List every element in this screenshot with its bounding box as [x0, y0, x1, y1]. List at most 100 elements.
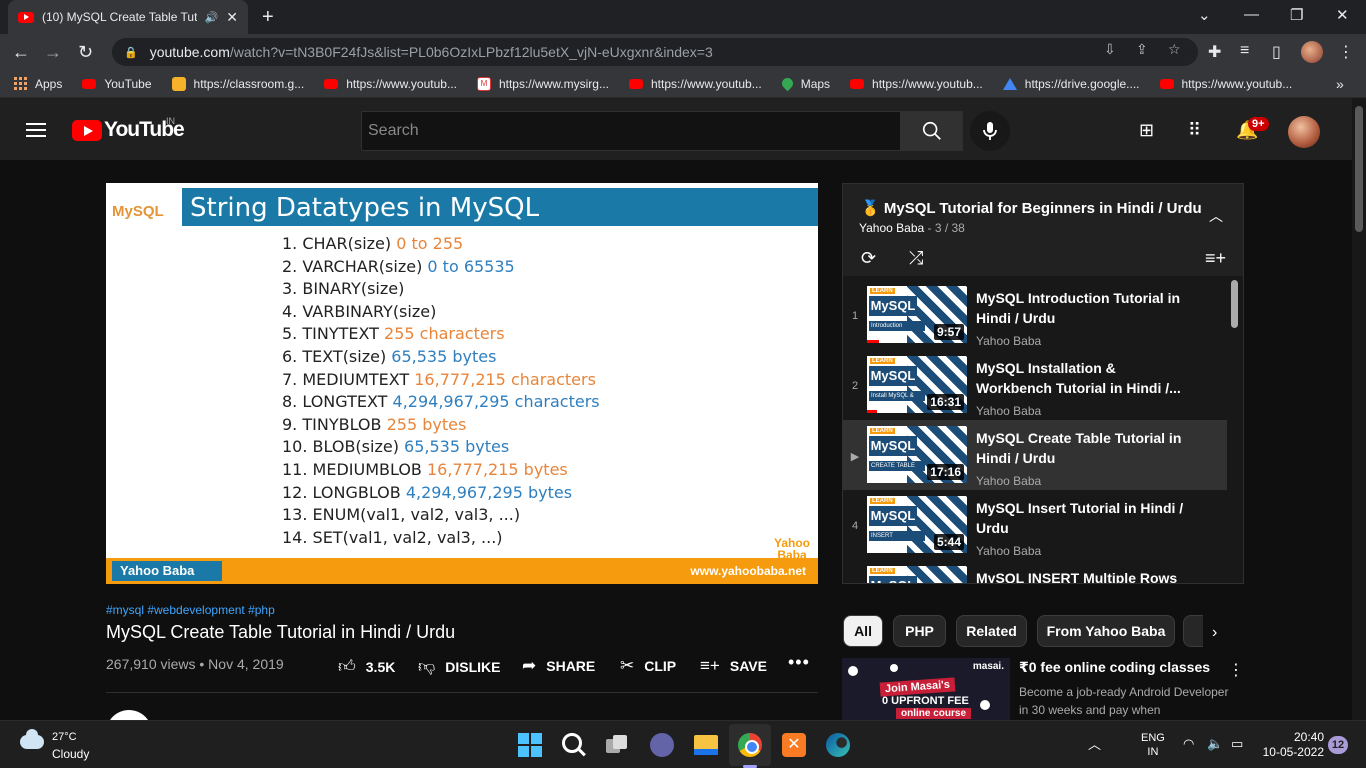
- ad-title[interactable]: ₹0 fee online coding classes: [1019, 659, 1210, 676]
- video-hashtags[interactable]: #mysql #webdevelopment #php: [106, 603, 275, 617]
- chip-partial[interactable]: [1183, 615, 1203, 647]
- bookmark-youtube-4[interactable]: https://www.youtub...: [850, 77, 983, 91]
- voice-search-button[interactable]: [970, 111, 1010, 151]
- menu-icon[interactable]: [26, 123, 46, 137]
- bookmark-classroom[interactable]: https://classroom.g...: [171, 76, 304, 91]
- chip-php[interactable]: PHP: [893, 615, 946, 647]
- like-button[interactable]: 👍︎ 3.5K: [338, 656, 395, 677]
- playlist-item-channel[interactable]: Yahoo Baba: [976, 404, 1041, 418]
- playlist-item-thumbnail[interactable]: LEARN MySQL: [867, 566, 967, 583]
- bookmark-apps[interactable]: Apps: [14, 77, 62, 91]
- chip-all[interactable]: All: [843, 615, 883, 647]
- playlist-item-channel[interactable]: Yahoo Baba: [976, 334, 1041, 348]
- chevron-right-icon[interactable]: ›: [1212, 624, 1217, 642]
- dislike-button[interactable]: 👎︎ DISLIKE: [418, 656, 501, 677]
- playlist-item-thumbnail[interactable]: LEARN MySQL INSERT 5:44: [867, 496, 967, 553]
- bookmark-mysirg[interactable]: M https://www.mysirg...: [476, 76, 609, 91]
- media-queue-icon[interactable]: ≡: [1240, 42, 1249, 60]
- chrome-profile-avatar[interactable]: [1301, 41, 1323, 63]
- clip-button[interactable]: ✂ CLIP: [620, 656, 676, 676]
- scrollbar-thumb[interactable]: [1355, 106, 1363, 232]
- bookmark-youtube-3[interactable]: https://www.youtub...: [628, 77, 762, 91]
- notification-count-badge[interactable]: 12: [1328, 736, 1348, 754]
- task-view-icon[interactable]: [606, 733, 630, 757]
- ad-menu-icon[interactable]: ⋮: [1228, 660, 1244, 680]
- playlist-item-title[interactable]: MySQL Introduction Tutorial in Hindi / U…: [976, 288, 1186, 328]
- volume-icon[interactable]: 🔈: [1207, 736, 1223, 752]
- install-icon[interactable]: ⇩: [1104, 41, 1116, 58]
- speaker-icon[interactable]: 🔊: [205, 11, 219, 24]
- chrome-menu-icon[interactable]: ⋮: [1338, 42, 1354, 62]
- back-button[interactable]: ←: [12, 42, 30, 63]
- weather-cloud-icon[interactable]: [20, 729, 44, 749]
- playlist-item-title[interactable]: MySQL Insert Tutorial in Hindi / Urdu: [976, 498, 1186, 538]
- tray-overflow-chevron-icon[interactable]: ︿: [1088, 734, 1101, 753]
- chrome-icon[interactable]: [738, 733, 762, 757]
- playlist-item-thumbnail[interactable]: LEARN MySQL CREATE TABLE 17:16: [867, 426, 967, 483]
- bookmarks-overflow-icon[interactable]: »: [1336, 76, 1344, 92]
- collapse-chevron-icon[interactable]: ︿: [1209, 206, 1223, 226]
- teams-chat-icon[interactable]: [650, 733, 674, 757]
- playlist-item[interactable]: ▶ LEARN MySQL CREATE TABLE 17:16 MySQL Create…: [843, 420, 1227, 490]
- wifi-icon[interactable]: ◠: [1183, 736, 1194, 752]
- file-explorer-icon[interactable]: [694, 735, 718, 755]
- windows-start-icon[interactable]: [518, 733, 542, 757]
- bookmark-maps[interactable]: Maps: [779, 75, 830, 92]
- tab-search-icon[interactable]: ⌄: [1198, 6, 1211, 24]
- reload-button[interactable]: ↻: [78, 42, 93, 63]
- playlist-item-thumbnail[interactable]: LEARN MySQL Install MySQL & 16:31: [867, 356, 967, 413]
- battery-icon[interactable]: ▭: [1231, 736, 1243, 752]
- side-panel-icon[interactable]: ▯: [1272, 42, 1281, 62]
- input-language[interactable]: ENG IN: [1141, 731, 1165, 759]
- apps-icon[interactable]: ⠿: [1188, 120, 1201, 141]
- playlist-item-title[interactable]: MySQL Create Table Tutorial in Hindi / U…: [976, 428, 1186, 468]
- account-avatar[interactable]: [1288, 116, 1320, 148]
- playlist-scrollbar[interactable]: [1231, 280, 1238, 328]
- chip-related[interactable]: Related: [956, 615, 1027, 647]
- playlist-item-channel[interactable]: Yahoo Baba: [976, 544, 1041, 558]
- loop-icon[interactable]: ⟳: [861, 248, 876, 269]
- new-tab-button[interactable]: +: [262, 6, 274, 29]
- more-actions-icon[interactable]: •••: [788, 652, 810, 673]
- playlist-title[interactable]: 🥇 MySQL Tutorial for Beginners in Hindi …: [861, 199, 1202, 217]
- playlist-item-channel[interactable]: Yahoo Baba: [976, 474, 1041, 488]
- video-player[interactable]: MySQL String Datatypes in MySQL 1. CHAR(…: [106, 183, 818, 584]
- restore-button[interactable]: ❐: [1290, 6, 1303, 24]
- search-button[interactable]: [900, 111, 963, 151]
- create-video-icon[interactable]: ⊞: [1139, 120, 1154, 141]
- playlist-save-icon[interactable]: ≡+: [1205, 248, 1226, 269]
- page-scrollbar[interactable]: [1352, 98, 1366, 720]
- search-input[interactable]: [368, 122, 900, 140]
- weather-condition[interactable]: Cloudy: [52, 747, 89, 761]
- save-button[interactable]: ≡+ SAVE: [700, 656, 767, 676]
- extensions-icon[interactable]: ✚: [1208, 42, 1221, 62]
- ad-thumbnail[interactable]: masai. Join Masai's 0 UPFRONT FEE online…: [842, 658, 1010, 720]
- playlist-item[interactable]: 1 LEARN MySQL Introduction 9:57 MySQL Introdu…: [843, 280, 1227, 350]
- shuffle-icon[interactable]: ⤮: [909, 248, 923, 269]
- playlist-item-thumbnail[interactable]: LEARN MySQL Introduction 9:57: [867, 286, 967, 343]
- forward-button[interactable]: →: [44, 42, 62, 63]
- share-icon[interactable]: ⇪: [1136, 41, 1148, 58]
- youtube-logo-icon[interactable]: [72, 120, 102, 141]
- bookmark-star-icon[interactable]: ☆: [1168, 41, 1181, 58]
- edge-icon[interactable]: [826, 733, 850, 757]
- playlist-item-title[interactable]: MySQL Installation & Workbench Tutorial …: [976, 358, 1186, 398]
- minimize-button[interactable]: —: [1244, 6, 1259, 23]
- close-tab-icon[interactable]: ✕: [226, 9, 238, 26]
- taskbar-search-icon[interactable]: [562, 733, 582, 753]
- weather-temperature[interactable]: 27°C: [52, 731, 77, 743]
- address-bar[interactable]: 🔒 youtube.com/watch?v=tN3B0F24fJs&list=P…: [112, 38, 1198, 66]
- clock[interactable]: 20:40 10-05-2022: [1262, 730, 1324, 760]
- share-button[interactable]: ➦ SHARE: [522, 656, 595, 676]
- playlist-item[interactable]: 2 LEARN MySQL Install MySQL & 16:31 MySQL Ins…: [843, 350, 1227, 420]
- bookmark-drive[interactable]: https://drive.google....: [1002, 77, 1140, 91]
- browser-tab[interactable]: (10) MySQL Create Table Tuto 🔊 ✕: [8, 0, 248, 34]
- bookmark-youtube-2[interactable]: https://www.youtub...: [324, 77, 457, 91]
- bookmark-youtube-5[interactable]: https://www.youtub...: [1159, 77, 1292, 91]
- close-window-button[interactable]: ✕: [1336, 6, 1349, 24]
- chip-from-channel[interactable]: From Yahoo Baba: [1037, 615, 1175, 647]
- xampp-icon[interactable]: ✕: [782, 733, 806, 757]
- playlist-channel[interactable]: Yahoo Baba: [859, 221, 924, 235]
- playlist-item-title[interactable]: MySQL INSERT Multiple Rows: [976, 568, 1186, 583]
- playlist-item[interactable]: 5LEARNMySQLMySQL INSERT Multiple Rows: [843, 560, 1227, 583]
